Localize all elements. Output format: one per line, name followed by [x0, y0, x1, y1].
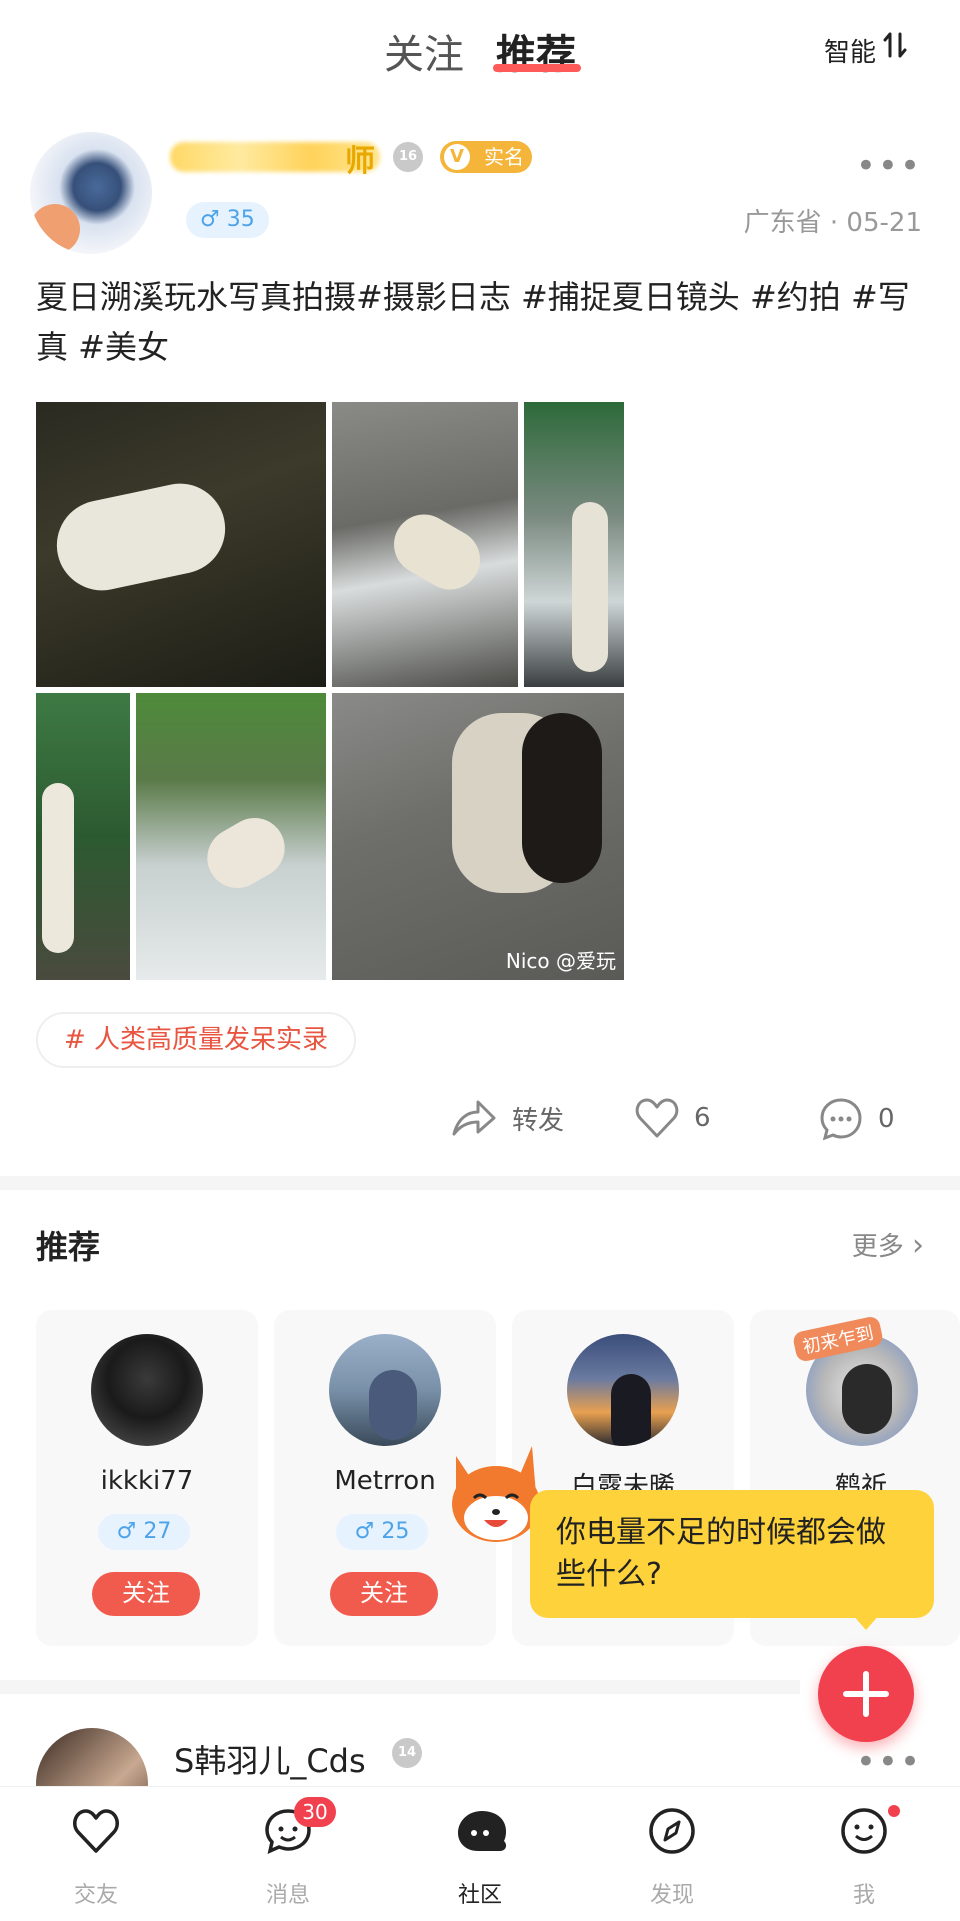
recommend-title: 推荐: [36, 1228, 101, 1266]
plus-icon: [843, 1671, 889, 1717]
nav-label: 交友: [73, 1883, 118, 1908]
nav-messages[interactable]: 30 消息: [228, 1787, 348, 1921]
more-options-icon[interactable]: •••: [856, 146, 922, 186]
recommend-more-link[interactable]: 更多 ›: [852, 1226, 924, 1263]
active-tab-indicator: [493, 64, 581, 72]
smile-icon: [841, 1808, 887, 1854]
photo-6[interactable]: Nico @爱玩: [332, 693, 624, 980]
verified-badge: V 实名: [440, 141, 532, 173]
share-icon: [452, 1100, 496, 1136]
author-name-tail[interactable]: 师: [345, 136, 375, 180]
section-divider: [0, 1176, 960, 1190]
sort-smart-button[interactable]: 智能: [824, 32, 876, 69]
follow-button[interactable]: 关注: [92, 1572, 200, 1616]
nav-friends[interactable]: 交友: [36, 1787, 156, 1921]
gender-age-badge: ♂ 35: [186, 202, 269, 238]
recommend-card-1[interactable]: ikkki77 ♂ 27 关注: [36, 1310, 258, 1646]
nav-label: 消息: [265, 1883, 310, 1908]
comment-button[interactable]: 0: [818, 1096, 895, 1142]
compass-icon: [649, 1808, 695, 1854]
location-date: 广东省 · 05-21: [743, 208, 922, 238]
share-button[interactable]: 转发: [450, 1096, 564, 1140]
unread-badge: 30: [294, 1797, 336, 1827]
post-text[interactable]: 夏日溯溪玩水写真拍摄#摄影日志 #捕捉夏日镜头 #约拍 #写真 #美女: [36, 272, 926, 372]
top-bar: 关注 推荐 智能: [0, 0, 960, 100]
user-name[interactable]: ikkki77: [36, 1466, 258, 1496]
photo-2[interactable]: [332, 402, 518, 687]
photo-3[interactable]: [524, 402, 624, 687]
photo-watermark: Nico @爱玩: [505, 949, 616, 973]
more-options-icon[interactable]: •••: [856, 1742, 922, 1782]
nav-label: 我: [852, 1883, 875, 1908]
follow-button[interactable]: 关注: [330, 1572, 438, 1616]
like-heart-icon: [635, 1098, 679, 1138]
comment-icon: [820, 1098, 862, 1141]
bottom-nav: 交友 30 消息 社区 发现 我: [0, 1786, 960, 1920]
level-badge: 16: [393, 142, 423, 172]
tab-following[interactable]: 关注: [384, 22, 464, 80]
next-post-author[interactable]: S韩羽儿_Cds: [174, 1736, 366, 1782]
user-avatar[interactable]: [91, 1334, 203, 1446]
nav-discover[interactable]: 发现: [612, 1787, 732, 1921]
like-button[interactable]: 6: [634, 1096, 711, 1140]
comment-count: 0: [878, 1104, 895, 1134]
level-badge: 14: [392, 1738, 422, 1768]
speech-bubble-tail: [852, 1614, 880, 1630]
photo-1[interactable]: [36, 402, 326, 687]
more-label: 更多: [851, 1232, 904, 1262]
photo-5[interactable]: [136, 693, 326, 980]
nav-me[interactable]: 我: [804, 1787, 924, 1921]
section-divider-2: [0, 1680, 800, 1694]
verified-v-icon: V: [444, 144, 470, 170]
photo-4[interactable]: [36, 693, 130, 980]
create-post-button[interactable]: [818, 1646, 914, 1742]
sort-icon[interactable]: [882, 30, 908, 60]
heart-icon: [73, 1809, 119, 1853]
gender-age-badge: ♂ 27: [98, 1514, 190, 1550]
post-actions: 转发 6 0: [0, 1096, 960, 1146]
photo-collage[interactable]: Nico @爱玩: [36, 402, 624, 980]
nav-label: 社区: [457, 1883, 502, 1908]
user-avatar[interactable]: [567, 1334, 679, 1446]
community-icon: [458, 1811, 507, 1851]
nav-community[interactable]: 社区: [420, 1787, 540, 1921]
topic-tag[interactable]: # 人类高质量发呆实录: [36, 1012, 357, 1068]
chevron-right-icon: ›: [912, 1228, 924, 1263]
gender-age-badge: ♂ 25: [336, 1514, 428, 1550]
mascot-speech-bubble[interactable]: 你电量不足的时候都会做些什么?: [530, 1490, 934, 1618]
notification-dot: [888, 1805, 900, 1817]
author-avatar[interactable]: [30, 132, 152, 254]
user-avatar[interactable]: [329, 1334, 441, 1446]
verified-label: 实名: [484, 145, 524, 169]
share-label: 转发: [512, 1105, 565, 1136]
nav-label: 发现: [649, 1883, 694, 1908]
like-count: 6: [694, 1103, 711, 1133]
